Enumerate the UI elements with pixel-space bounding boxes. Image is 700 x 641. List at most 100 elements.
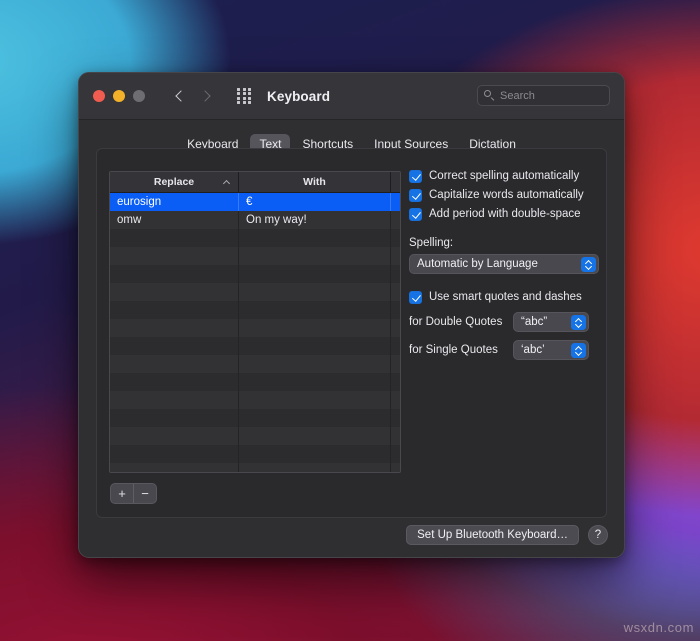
options-column: Correct spelling automatically Capitaliz… [409,169,599,360]
cell-with [239,463,391,472]
chevron-left-icon[interactable] [173,89,187,103]
checkbox-checked-icon[interactable] [409,208,422,221]
cell-spacer [391,373,400,391]
table-row-empty[interactable] [110,391,400,409]
help-button[interactable]: ? [588,525,608,545]
cell-replace [110,355,239,373]
checkbox-checked-icon[interactable] [409,189,422,202]
column-header-spacer [391,172,400,192]
cell-with [239,247,391,265]
set-up-bluetooth-keyboard-button[interactable]: Set Up Bluetooth Keyboard… [406,525,579,545]
text-replacement-table[interactable]: Replace With eurosign € omw On my way! [109,171,401,473]
cell-replace [110,283,239,301]
chevron-updown-icon [571,314,586,330]
keyboard-preferences-window: Keyboard Search Keyboard Text Shortcuts … [78,72,625,558]
spelling-popup-button[interactable]: Automatic by Language [409,254,599,274]
cell-spacer [391,463,400,472]
table-row-empty[interactable] [110,463,400,472]
cell-with [239,265,391,283]
table-row-empty[interactable] [110,355,400,373]
cell-with [239,427,391,445]
cell-with: On my way! [239,211,391,229]
table-row-empty[interactable] [110,283,400,301]
cell-spacer [391,445,400,463]
single-quotes-label: for Single Quotes [409,344,498,356]
cell-with [239,373,391,391]
cell-replace [110,445,239,463]
cell-with [239,337,391,355]
table-row-empty[interactable] [110,445,400,463]
grid-dots-icon[interactable] [237,87,253,105]
table-row-empty[interactable] [110,319,400,337]
cell-replace [110,337,239,355]
single-quotes-popup-value: ‘abc’ [521,344,545,356]
table-add-remove-controls: + − [110,483,157,504]
single-quotes-row: for Single Quotes ‘abc’ [409,340,599,360]
cell-with [239,283,391,301]
cell-spacer [391,283,400,301]
chevron-right-icon[interactable] [199,89,213,103]
checkbox-capitalize-words[interactable]: Capitalize words automatically [409,188,599,202]
column-header-with[interactable]: With [239,172,391,192]
column-header-replace[interactable]: Replace [110,172,239,192]
cell-spacer [391,319,400,337]
navigation-buttons [173,89,213,103]
table-header-row: Replace With [110,172,400,193]
search-icon [484,90,495,101]
double-quotes-row: for Double Quotes “abc” [409,312,599,332]
table-row-empty[interactable] [110,265,400,283]
minus-icon[interactable]: − [134,484,156,503]
double-quotes-popup-button[interactable]: “abc” [513,312,589,332]
checkbox-checked-icon[interactable] [409,170,422,183]
table-row-empty[interactable] [110,229,400,247]
chevron-updown-icon [571,342,586,358]
cell-with [239,445,391,463]
cell-replace [110,265,239,283]
table-row-empty[interactable] [110,301,400,319]
cell-with [239,409,391,427]
table-row-empty[interactable] [110,427,400,445]
table-row-empty[interactable] [110,247,400,265]
checkbox-smart-quotes[interactable]: Use smart quotes and dashes [409,290,599,304]
column-header-with-label: With [303,176,326,188]
table-row-empty[interactable] [110,373,400,391]
table-row[interactable]: eurosign € [110,193,400,211]
cell-replace [110,409,239,427]
search-placeholder: Search [500,89,535,102]
text-settings-panel: Replace With eurosign € omw On my way! + − [96,148,607,518]
cell-with: € [239,193,391,211]
watermark: wsxdn.com [623,620,694,635]
cell-spacer [391,391,400,409]
cell-spacer [391,409,400,427]
cell-spacer [391,229,400,247]
search-field[interactable]: Search [477,85,610,106]
cell-replace [110,319,239,337]
zoom-button[interactable] [133,90,145,102]
table-row[interactable]: omw On my way! [110,211,400,229]
window-titlebar: Keyboard Search [79,73,624,120]
cell-replace [110,463,239,472]
minimize-button[interactable] [113,90,125,102]
checkbox-add-period[interactable]: Add period with double-space [409,207,599,221]
checkbox-correct-spelling-label: Correct spelling automatically [429,170,580,182]
cell-with [239,391,391,409]
table-body: eurosign € omw On my way! [110,193,400,472]
checkbox-checked-icon[interactable] [409,291,422,304]
plus-icon[interactable]: + [111,484,134,503]
cell-with [239,355,391,373]
checkbox-correct-spelling[interactable]: Correct spelling automatically [409,169,599,183]
cell-replace: omw [110,211,239,229]
checkbox-add-period-label: Add period with double-space [429,208,581,220]
table-row-empty[interactable] [110,337,400,355]
cell-spacer [391,193,400,211]
cell-with [239,301,391,319]
cell-spacer [391,211,400,229]
single-quotes-popup-button[interactable]: ‘abc’ [513,340,589,360]
table-row-empty[interactable] [110,409,400,427]
close-button[interactable] [93,90,105,102]
cell-with [239,229,391,247]
spelling-label: Spelling: [409,237,454,249]
cell-spacer [391,265,400,283]
chevron-updown-icon [581,256,596,272]
cell-replace [110,427,239,445]
